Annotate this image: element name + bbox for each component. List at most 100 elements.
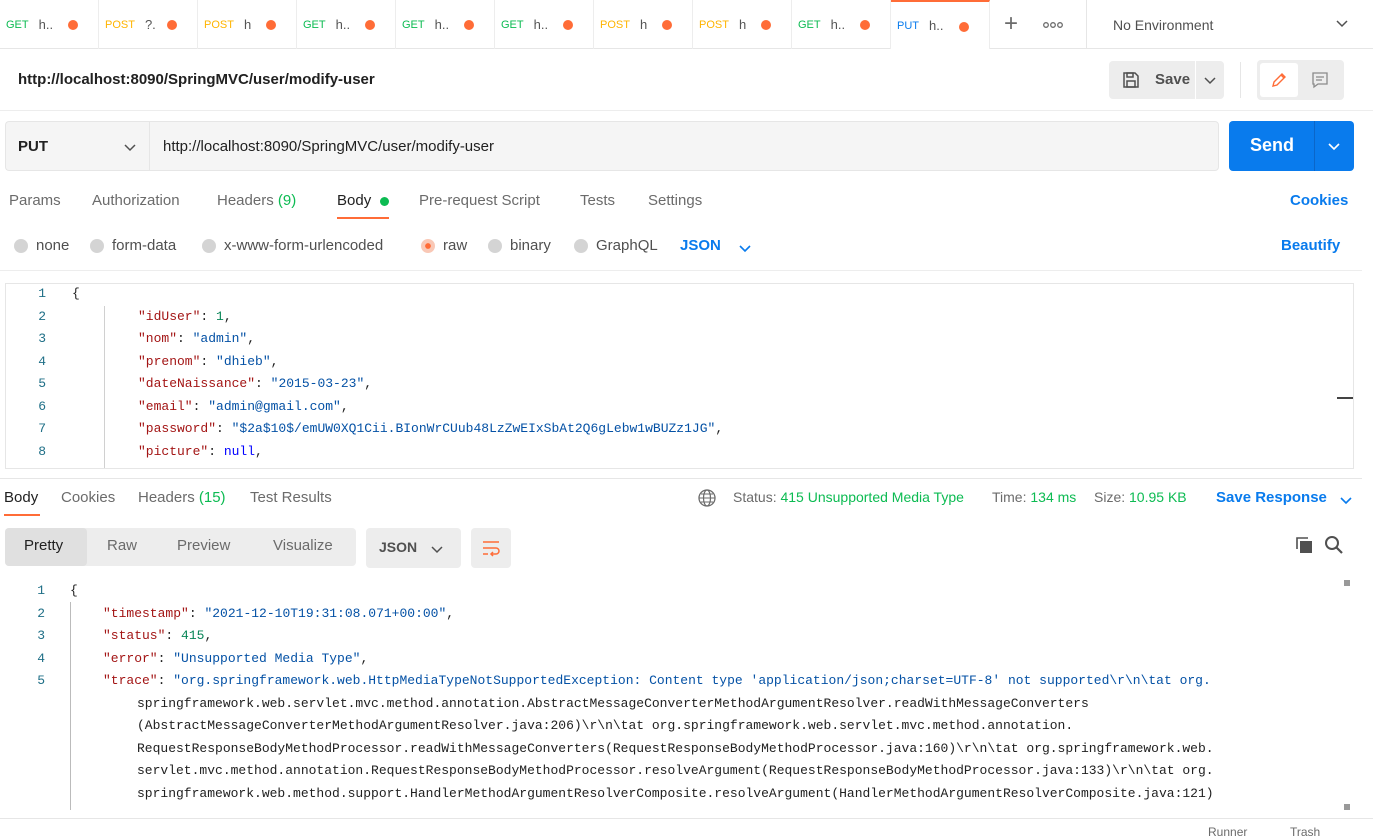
json-key: "email" <box>138 398 193 414</box>
radio-label: none <box>36 237 70 254</box>
radio-none[interactable]: none <box>14 237 69 254</box>
view-visualize[interactable]: Visualize <box>273 537 333 554</box>
request-tab[interactable]: GET h.. <box>0 0 99 49</box>
radio-form-data[interactable]: form-data <box>90 237 176 254</box>
request-tab[interactable]: POST h <box>594 0 693 49</box>
chevron-down-icon[interactable] <box>1203 73 1217 90</box>
tab-authorization[interactable]: Authorization <box>92 192 180 209</box>
comment-icon <box>1312 72 1328 89</box>
save-button[interactable]: Save <box>1109 61 1224 99</box>
request-tab[interactable]: POST?. <box>99 0 198 49</box>
time-label: Time: <box>992 489 1027 505</box>
save-icon <box>1122 71 1140 92</box>
code-line: { <box>70 583 78 598</box>
json-key: "nom" <box>138 331 178 346</box>
tab-headers-label: Headers <box>217 192 274 209</box>
line-number: 4 <box>37 650 45 666</box>
tab-title: h <box>738 17 747 32</box>
headers-count: (15) <box>198 489 226 506</box>
size-value: 10.95 KB <box>1129 489 1187 505</box>
tab-tests[interactable]: Tests <box>580 192 615 209</box>
environment-selector[interactable]: No Environment <box>1086 0 1373 49</box>
beautify-button[interactable]: Beautify <box>1281 237 1340 254</box>
request-tab[interactable]: GET h.. <box>495 0 594 49</box>
code-punct: , <box>255 443 263 459</box>
trash-button[interactable]: Trash <box>1290 825 1320 839</box>
edit-mode-button[interactable] <box>1260 63 1298 97</box>
chevron-down-icon[interactable] <box>1327 139 1341 156</box>
save-response-button[interactable]: Save Response <box>1216 489 1352 506</box>
radio-raw[interactable]: raw <box>421 237 467 254</box>
response-scrollbar[interactable] <box>1338 578 1350 814</box>
request-tab[interactable]: GET h.. <box>297 0 396 49</box>
json-key: "prenom" <box>138 353 201 369</box>
body-format-dropdown[interactable]: JSON <box>680 237 751 254</box>
request-tab[interactable]: POST h <box>198 0 297 49</box>
response-format-dropdown[interactable]: JSON <box>366 528 461 568</box>
chevron-down-icon <box>123 140 137 158</box>
tab-params[interactable]: Params <box>9 192 61 209</box>
code-line: "email": "admin@gmail.com", <box>138 398 349 414</box>
request-tab[interactable]: PUT h.. <box>891 0 990 49</box>
radio-label: binary <box>510 237 551 254</box>
radio-circle <box>574 238 588 253</box>
code-line: { <box>72 286 80 301</box>
response-status[interactable]: Status: 415 Unsupported Media Type <box>733 489 964 505</box>
line-number: 1 <box>37 583 45 598</box>
response-tab-test-results[interactable]: Test Results <box>250 489 332 506</box>
tab-body[interactable]: Body <box>337 192 371 209</box>
unsaved-dot-icon <box>266 20 276 30</box>
new-tab-plus-icon[interactable]: + <box>1000 11 1022 37</box>
line-number: 5 <box>37 673 45 689</box>
copy-icon[interactable] <box>1294 535 1314 558</box>
line-number: 5 <box>38 376 46 391</box>
code-punct: , <box>715 421 724 436</box>
response-size[interactable]: Size: 10.95 KB <box>1094 489 1187 505</box>
more-tabs-icon[interactable] <box>1043 14 1067 34</box>
response-time[interactable]: Time: 134 ms <box>992 489 1076 505</box>
cookies-link[interactable]: Cookies <box>1290 192 1348 209</box>
line-number: 8 <box>38 443 46 459</box>
unsaved-dot-icon <box>959 22 969 32</box>
request-tab[interactable]: GET h.. <box>396 0 495 49</box>
send-button[interactable]: Send <box>1229 121 1354 171</box>
tab-method: POST <box>699 18 729 31</box>
json-value: "org.springframework.web.HttpMediaTypeNo… <box>173 673 1211 689</box>
comments-button[interactable] <box>1303 63 1337 97</box>
search-icon[interactable] <box>1324 535 1344 558</box>
request-tab[interactable]: POST h <box>693 0 792 49</box>
response-tab-body[interactable]: Body <box>4 489 38 506</box>
globe-icon[interactable] <box>697 488 717 511</box>
chevron-down-icon <box>1339 493 1353 511</box>
code-line: "error": "Unsupported Media Type", <box>103 650 369 666</box>
view-pretty[interactable]: Pretty <box>24 537 63 554</box>
request-title[interactable]: http://localhost:8090/SpringMVC/user/mod… <box>18 71 375 88</box>
code-line: "picture": null, <box>138 443 263 459</box>
tab-settings[interactable]: Settings <box>648 192 702 209</box>
response-body-viewer[interactable]: 1 {2 "timestamp": "2021-12-10T19:31:08.071… <box>5 580 1345 812</box>
response-tab-cookies[interactable]: Cookies <box>61 489 115 506</box>
code-punct: , <box>247 331 256 346</box>
unsaved-dot-icon <box>365 20 375 30</box>
radio-binary[interactable]: binary <box>488 237 551 254</box>
wrap-lines-button[interactable] <box>471 528 511 568</box>
view-raw[interactable]: Raw <box>107 537 137 554</box>
time-value: 134 ms <box>1030 489 1077 505</box>
response-tab-headers[interactable]: Headers (15) <box>138 489 226 506</box>
url-input[interactable] <box>149 121 1219 171</box>
method-selector[interactable]: PUT <box>5 121 149 171</box>
radio-urlencoded[interactable]: x-www-form-urlencoded <box>202 237 383 254</box>
radio-graphql[interactable]: GraphQL <box>574 237 658 254</box>
tab-headers[interactable]: Headers (9) <box>217 192 296 209</box>
radio-circle-selected <box>421 238 435 253</box>
json-key: "timestamp" <box>103 605 189 621</box>
runner-button[interactable]: Runner <box>1208 825 1247 839</box>
request-tab[interactable]: GET h.. <box>792 0 891 49</box>
line-number: 3 <box>37 628 45 644</box>
view-preview[interactable]: Preview <box>177 537 230 554</box>
active-tab-underline <box>337 217 389 219</box>
tab-prerequest-script[interactable]: Pre-request Script <box>419 192 540 209</box>
tab-title: h.. <box>929 18 943 33</box>
tab-title: h.. <box>434 17 449 32</box>
request-body-editor[interactable]: 1 {2 "idUser": 1, 3 "nom": "admin", 4 "prenom"… <box>5 283 1354 469</box>
